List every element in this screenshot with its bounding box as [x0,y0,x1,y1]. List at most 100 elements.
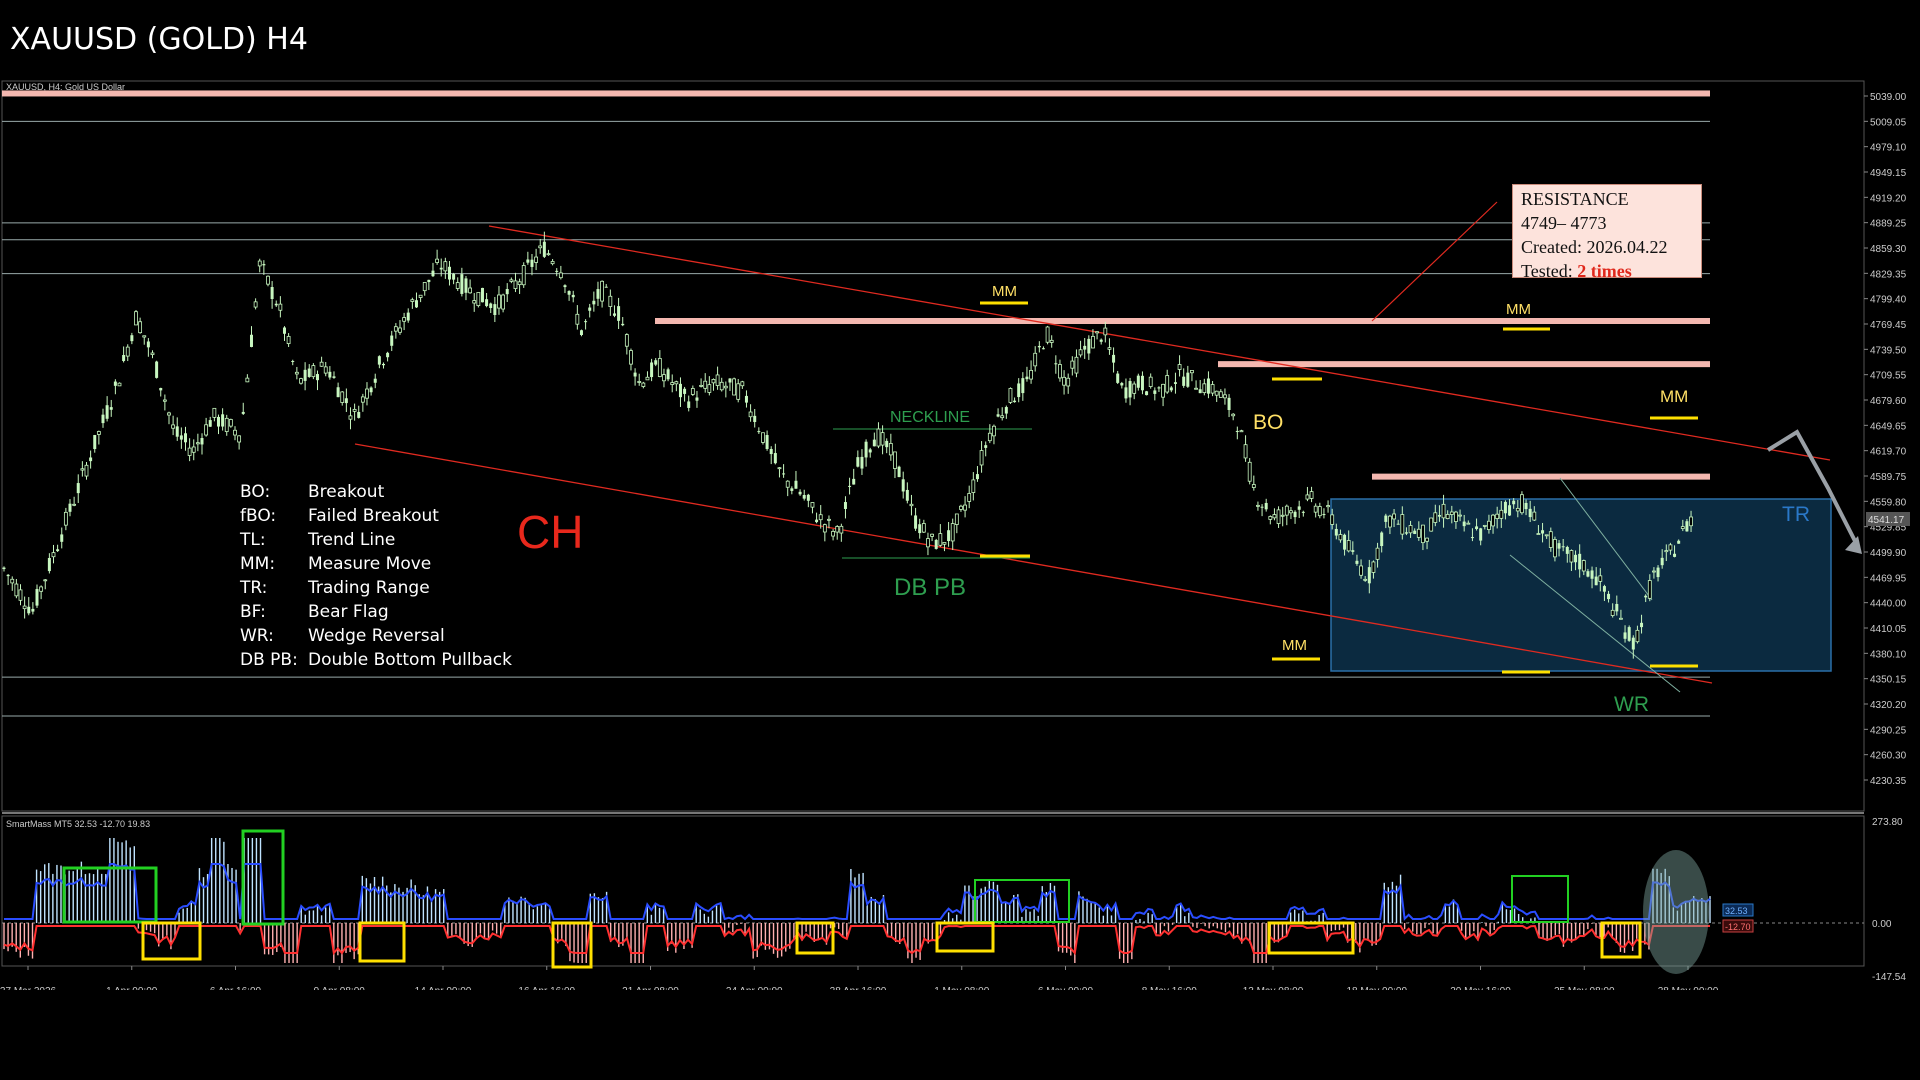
candle-body [1388,515,1392,528]
candle-body [1037,345,1041,348]
legend-text: Measure Move [308,554,432,574]
candle-body [402,317,407,322]
candle-body [1482,524,1487,527]
candle-body [1021,378,1025,394]
candle-body [575,313,580,325]
date-tick-label: 25 May 08:00 [1554,986,1615,990]
candle-body [753,415,757,423]
candle-body [670,382,675,385]
candle-body [868,449,872,453]
price-tick-label: 4649.65 [1870,421,1907,432]
candle-body [262,264,266,266]
price-tick-label: 4919.20 [1870,193,1907,204]
candle-body [1132,383,1137,394]
candle-body [1313,505,1318,513]
legend-key: DB PB: [240,650,298,670]
candle-body [1116,373,1120,383]
candle-body [802,494,806,499]
legend-key: WR: [240,626,274,646]
candle-body [1520,494,1524,514]
candle-body [1045,326,1050,343]
price-tick-label: 4679.60 [1870,396,1907,407]
date-tick-label: 14 Apr 00:00 [415,986,472,990]
candle-body [815,519,819,523]
price-tick-label: 4979.10 [1870,143,1907,154]
candle-body [621,323,625,326]
candle-body [1574,554,1578,563]
candle-body [418,294,423,298]
price-tick-label: 4769.45 [1870,320,1907,331]
candle-body [1355,560,1359,564]
candle-body [1054,363,1058,365]
candle-body [1660,557,1664,566]
candle-body [827,518,831,521]
candle-body [1256,504,1260,507]
candle-body [1590,570,1594,579]
candle-body [806,494,810,501]
candle-body [831,531,835,537]
candle-body [381,363,385,366]
candle-body [1343,534,1347,550]
candle-body [596,289,600,299]
candle-body [1095,331,1099,334]
candle-body [645,376,650,381]
candle-body [1503,501,1507,514]
candle-body [967,493,972,502]
candle-body [909,503,914,507]
indicator-highlight [1643,850,1709,974]
candle-body [130,335,134,342]
legend-row: WR: Wedge Reversal [240,624,512,648]
mm-label: MM [992,283,1017,300]
abbreviation-legend: BO: Breakout fBO: Failed Breakout TL: Trend… [240,480,512,672]
legend-row: MM: Measure Move [240,552,512,576]
tested-label: Tested: [1521,261,1573,281]
candle-body [782,473,786,475]
candle-body [68,503,72,512]
candle-body [550,261,555,265]
candle-body [584,321,588,323]
candle-body [1301,511,1305,513]
candle-body [1017,383,1021,398]
candle-body [1334,528,1338,536]
candle-body [233,429,237,436]
candle-body [641,382,646,387]
candle-body [1627,627,1631,641]
candle-body [546,253,551,256]
candle-body [521,265,526,286]
candle-body [237,435,242,443]
indicator-axis-label: 0.00 [1872,919,1892,930]
date-tick-label: 9 Apr 08:00 [314,986,366,990]
candle-body [1421,524,1425,544]
candle-body [270,287,274,300]
candle-body [567,291,571,295]
price-tick-label: 4230.35 [1870,776,1907,787]
price-tick-label: 4889.25 [1870,219,1907,230]
candle-body [266,275,270,285]
candle-body [703,380,708,389]
candle-body [984,445,988,448]
candle-body [1602,586,1606,592]
candle-body [963,504,967,511]
candle-body [530,259,534,267]
candle-body [975,474,979,480]
candle-body [1182,376,1186,386]
candle-body [1247,461,1252,482]
date-tick-label: 28 Apr 16:00 [830,986,887,990]
candle-body [1157,387,1161,389]
candle-body [538,245,543,249]
candle-body [1491,514,1495,527]
resistance-band [1372,473,1710,480]
candle-body [1408,525,1413,534]
date-tick-label: 28 May 00:00 [1658,986,1719,990]
candle-body [1218,391,1223,398]
candle-body [1631,637,1635,650]
candle-body [1644,595,1648,598]
candle-body [1532,511,1537,521]
candle-body [1161,383,1165,398]
price-tick-label: 4499.90 [1870,548,1907,559]
candle-body [1029,369,1033,380]
candle-body [439,267,443,270]
candle-body [1607,593,1611,600]
date-tick-label: 27 Mar 2026 [0,986,57,990]
candle-body [497,294,501,309]
